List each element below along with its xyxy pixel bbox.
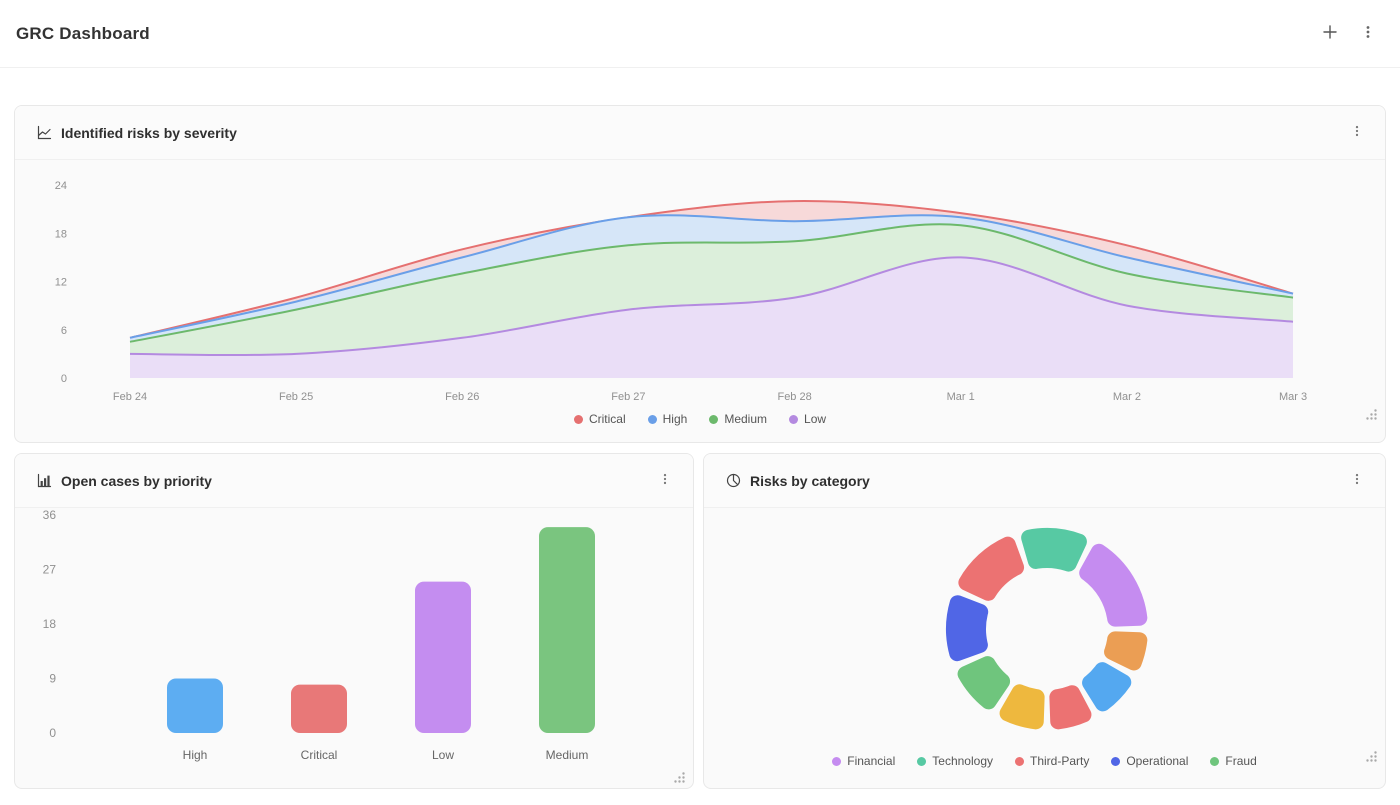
legend-item[interactable]: Operational bbox=[1111, 754, 1188, 768]
kebab-vertical-icon bbox=[1350, 472, 1364, 489]
donut-segment bbox=[1104, 631, 1148, 671]
legend-label: Medium bbox=[724, 412, 768, 426]
card-title: Identified risks by severity bbox=[61, 124, 237, 141]
svg-text:0: 0 bbox=[49, 726, 56, 740]
svg-text:Mar 1: Mar 1 bbox=[947, 391, 975, 403]
card-risks-by-severity: Identified risks by severity 0 6 12 18 24 Feb… bbox=[14, 105, 1386, 443]
bar-chart-icon bbox=[37, 473, 52, 488]
dashboard-menu-button[interactable] bbox=[1354, 20, 1382, 48]
category-legend: Financial Technology Third-Party Operationa… bbox=[704, 754, 1385, 768]
header-actions bbox=[1316, 20, 1382, 48]
card-menu-button[interactable] bbox=[1343, 119, 1371, 147]
card-title: Open cases by priority bbox=[61, 472, 212, 489]
svg-text:Critical: Critical bbox=[301, 748, 338, 762]
severity-legend: Critical High Medium Low bbox=[15, 412, 1385, 426]
svg-text:0: 0 bbox=[61, 373, 67, 385]
add-card-button[interactable] bbox=[1316, 20, 1344, 48]
svg-text:9: 9 bbox=[49, 672, 56, 686]
svg-text:18: 18 bbox=[55, 228, 67, 240]
line-chart-icon bbox=[37, 125, 52, 140]
legend-label: Critical bbox=[588, 412, 626, 426]
svg-text:18: 18 bbox=[43, 617, 57, 631]
legend-label: Fraud bbox=[1225, 754, 1257, 768]
donut-segment bbox=[999, 684, 1045, 730]
legend-item[interactable]: Low bbox=[789, 412, 826, 426]
svg-text:Feb 27: Feb 27 bbox=[611, 391, 645, 403]
donut-segment bbox=[1021, 527, 1087, 572]
pie-chart-icon bbox=[726, 473, 741, 488]
svg-text:Feb 24: Feb 24 bbox=[113, 391, 147, 403]
priority-bar-chart: 0 9 18 27 36 High Critical Low Medium bbox=[43, 508, 595, 762]
legend-item[interactable]: Technology bbox=[917, 754, 993, 768]
svg-text:High: High bbox=[183, 748, 208, 762]
legend-label: Third-Party bbox=[1030, 754, 1090, 768]
donut-segment bbox=[958, 536, 1025, 601]
legend-item[interactable]: Medium bbox=[709, 412, 767, 426]
donut-segment bbox=[1079, 543, 1148, 627]
card-title: Risks by category bbox=[750, 472, 870, 489]
legend-label: Financial bbox=[847, 754, 896, 768]
legend-item[interactable]: Third-Party bbox=[1015, 754, 1089, 768]
svg-text:Mar 2: Mar 2 bbox=[1113, 391, 1141, 403]
kebab-vertical-icon bbox=[1360, 24, 1376, 43]
donut-segment bbox=[946, 595, 989, 662]
svg-text:Feb 26: Feb 26 bbox=[445, 391, 479, 403]
donut-segment bbox=[1082, 662, 1132, 712]
svg-text:6: 6 bbox=[61, 325, 67, 337]
donut-chart-body: Financial Technology Third-Party Operationa… bbox=[704, 508, 1385, 768]
legend-label: Low bbox=[804, 412, 827, 426]
svg-text:27: 27 bbox=[43, 563, 57, 577]
kebab-vertical-icon bbox=[658, 472, 672, 489]
severity-area-chart: 0 6 12 18 24 Feb 24 Feb 25 Feb 26 Feb 27 Feb 28 Ma… bbox=[55, 180, 1307, 403]
svg-text:Mar 3: Mar 3 bbox=[1279, 391, 1307, 403]
category-donut-chart bbox=[946, 527, 1148, 730]
resize-grip-icon[interactable] bbox=[1365, 750, 1378, 763]
dashboard-content: Identified risks by severity 0 6 12 18 24 Feb… bbox=[0, 68, 1400, 805]
area-chart-body: 0 6 12 18 24 Feb 24 Feb 25 Feb 26 Feb 27 Feb 28 Ma… bbox=[15, 160, 1385, 426]
legend-item[interactable]: High bbox=[647, 412, 688, 426]
svg-text:Feb 25: Feb 25 bbox=[279, 391, 313, 403]
bar-high bbox=[167, 678, 223, 733]
card-open-cases-by-priority: Open cases by priority 0 9 18 27 36 High Criti… bbox=[14, 453, 694, 789]
resize-grip-icon[interactable] bbox=[673, 771, 686, 784]
legend-item[interactable]: Critical bbox=[573, 412, 626, 426]
bar-chart-body: 0 9 18 27 36 High Critical Low Medium bbox=[15, 508, 693, 788]
bar-low bbox=[415, 581, 471, 733]
card-header: Open cases by priority bbox=[15, 454, 693, 508]
card-menu-button[interactable] bbox=[1343, 467, 1371, 495]
svg-text:36: 36 bbox=[43, 508, 57, 522]
legend-item[interactable]: Fraud bbox=[1210, 754, 1257, 768]
svg-text:Low: Low bbox=[432, 748, 454, 762]
svg-text:24: 24 bbox=[55, 180, 67, 192]
svg-text:Feb 28: Feb 28 bbox=[777, 391, 811, 403]
page-header: GRC Dashboard bbox=[0, 0, 1400, 68]
svg-text:Medium: Medium bbox=[546, 748, 589, 762]
donut-segment bbox=[957, 656, 1011, 710]
bar-medium bbox=[539, 527, 595, 733]
card-risks-by-category: Risks by category Financial Technology Thi… bbox=[703, 453, 1386, 789]
bar-critical bbox=[291, 684, 347, 733]
donut-segment bbox=[1049, 685, 1092, 730]
legend-label: High bbox=[662, 412, 688, 426]
card-header: Identified risks by severity bbox=[15, 106, 1385, 160]
page-title: GRC Dashboard bbox=[16, 23, 150, 43]
svg-text:12: 12 bbox=[55, 277, 67, 289]
resize-grip-icon[interactable] bbox=[1365, 408, 1378, 421]
kebab-vertical-icon bbox=[1350, 124, 1364, 141]
legend-label: Technology bbox=[932, 754, 993, 768]
plus-icon bbox=[1321, 23, 1339, 44]
legend-label: Operational bbox=[1126, 754, 1189, 768]
legend-item[interactable]: Financial bbox=[832, 754, 895, 768]
card-header: Risks by category bbox=[704, 454, 1385, 508]
card-menu-button[interactable] bbox=[651, 467, 679, 495]
